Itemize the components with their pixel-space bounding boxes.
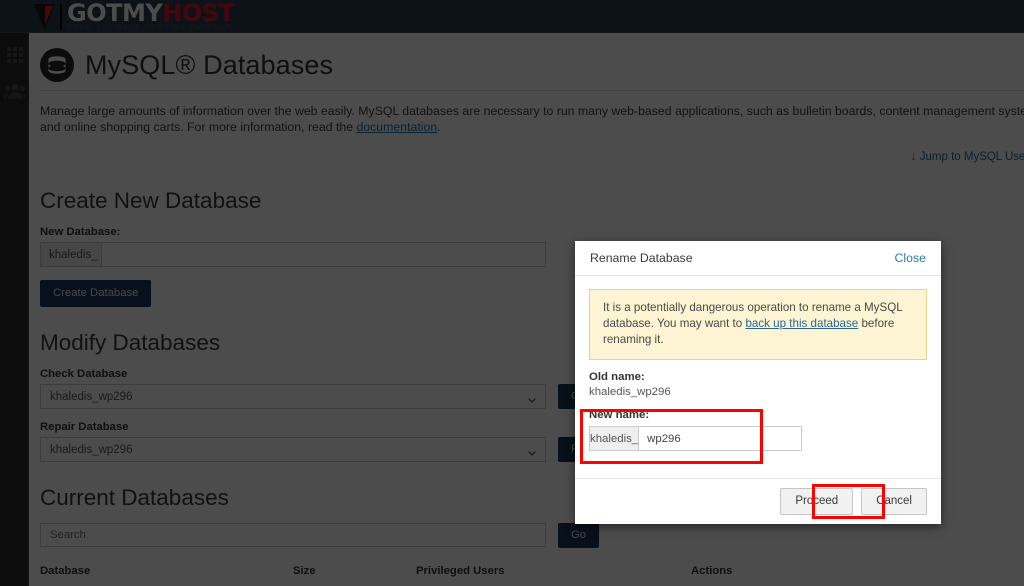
screen-root: GOTMYHOST YOUR RELIABLE HOSTING PARTNER xyxy=(0,0,1024,586)
modal-close-link[interactable]: Close xyxy=(895,251,926,265)
new-name-label: New name: xyxy=(589,409,927,421)
warning-callout: It is a potentially dangerous operation … xyxy=(589,289,927,360)
old-name-label: Old name: xyxy=(589,371,927,383)
proceed-button[interactable]: Proceed xyxy=(780,488,853,515)
new-name-input-group: khaledis_ xyxy=(589,426,763,451)
old-name-value: khaledis_wp296 xyxy=(589,386,927,398)
modal-body: It is a potentially dangerous operation … xyxy=(575,276,941,478)
rename-database-modal: Rename Database Close It is a potentiall… xyxy=(575,241,941,524)
modal-title: Rename Database xyxy=(590,251,693,265)
cancel-button[interactable]: Cancel xyxy=(861,488,927,515)
modal-footer: Proceed Cancel xyxy=(575,478,941,524)
new-name-prefix: khaledis_ xyxy=(589,426,638,451)
modal-header: Rename Database Close xyxy=(575,241,941,276)
backup-database-link[interactable]: back up this database xyxy=(745,317,858,330)
new-name-input[interactable] xyxy=(638,426,802,451)
